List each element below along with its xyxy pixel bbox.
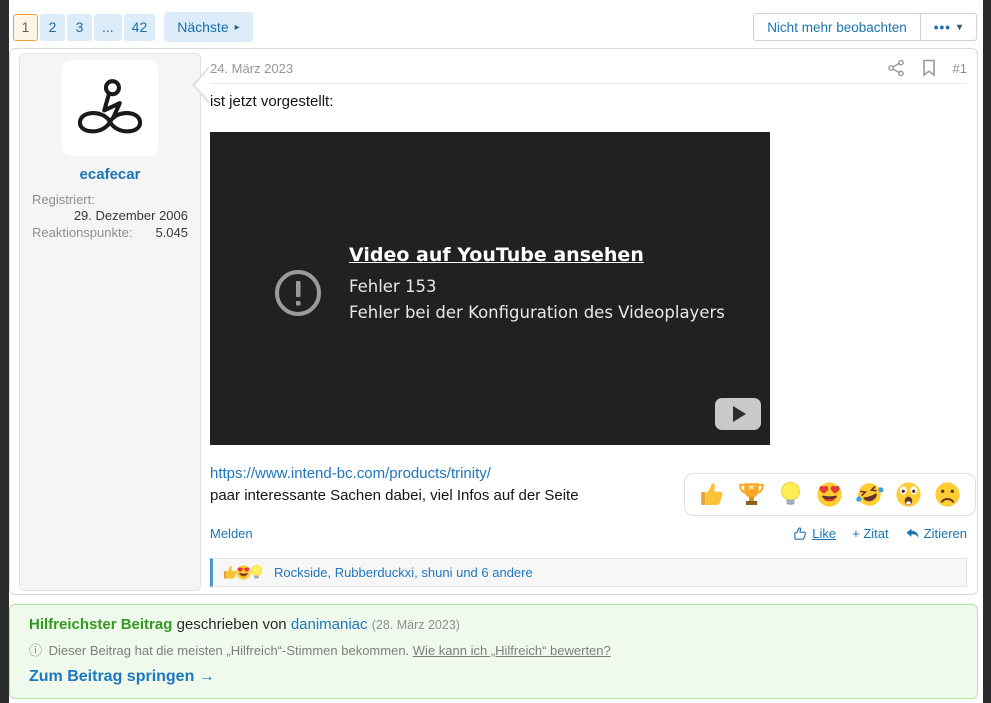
registered-label: Registriert:	[32, 192, 95, 207]
page-ellipsis[interactable]: ...	[94, 14, 122, 41]
video-error-code: Fehler 153	[349, 275, 725, 299]
page-button-42[interactable]: 42	[124, 14, 156, 41]
caret-down-icon: ▾	[957, 22, 963, 33]
watch-on-youtube-link[interactable]: Video auf YouTube ansehen	[349, 244, 725, 266]
trophy-reaction[interactable]	[737, 480, 766, 509]
helpful-info-text: Dieser Beitrag hat die meisten „Hilfreic…	[49, 643, 410, 658]
thumb-up-icon	[793, 526, 808, 541]
share-icon[interactable]	[887, 59, 905, 77]
forum-thread-page: 1 2 3 ... 42 Nächste ▸ Nicht mehr beobac…	[0, 0, 991, 703]
youtube-embed[interactable]: Video auf YouTube ansehen Fehler 153 Feh…	[210, 132, 770, 445]
cite-button[interactable]: Zitieren	[905, 526, 967, 541]
thumbs-up-reaction[interactable]	[698, 480, 727, 509]
reactors-list-link[interactable]: Rockside, Rubberduckxi, shuni und 6 ande…	[274, 565, 533, 580]
page-button-1[interactable]: 1	[13, 14, 38, 41]
post-card: ecafecar Registriert: 29. Dezember 2006 …	[9, 48, 978, 595]
quote-button[interactable]: + Zitat	[852, 526, 889, 541]
light-bulb-icon	[248, 564, 265, 581]
astonished-reaction[interactable]	[894, 480, 923, 509]
message-header: 24. März 2023 #1	[210, 59, 967, 84]
helpful-post-box: Hilfreichster Beitrag geschrieben von da…	[9, 604, 978, 699]
post-body-text: paar interessante Sachen dabei, viel Inf…	[210, 487, 579, 504]
report-link[interactable]: Melden	[210, 526, 253, 541]
like-label: Like	[812, 526, 836, 541]
right-side-strip	[983, 0, 991, 703]
reply-icon	[905, 526, 920, 541]
next-arrow-icon: ▸	[235, 22, 240, 33]
avatar[interactable]	[62, 60, 158, 156]
play-button-icon[interactable]	[715, 398, 761, 430]
post-actions: Melden Like + Zitat Zitieren	[210, 526, 967, 544]
more-dots-icon: •••	[934, 20, 951, 35]
author-username[interactable]: ecafecar	[20, 166, 200, 183]
post-intro-text: ist jetzt vorgestellt:	[210, 93, 333, 110]
left-side-strip	[0, 0, 9, 703]
post-date[interactable]: 24. März 2023	[210, 61, 293, 76]
post-number-link[interactable]: #1	[953, 61, 967, 76]
helpful-author-link[interactable]: danimaniac	[291, 616, 368, 633]
frowning-reaction[interactable]	[933, 480, 962, 509]
more-options-button[interactable]: ••• ▾	[920, 14, 976, 40]
cite-label: Zitieren	[924, 526, 967, 541]
bookmark-icon[interactable]	[921, 59, 937, 77]
next-page-button[interactable]: Nächste ▸	[164, 12, 252, 42]
post-url-link[interactable]: https://www.intend-bc.com/products/trini…	[210, 465, 491, 482]
thread-tools: Nicht mehr beobachten ••• ▾	[753, 13, 977, 41]
video-error-message: Fehler bei der Konfiguration des Videopl…	[349, 301, 725, 325]
helpful-how-link[interactable]: Wie kann ich „Hilfreich“ bewerten?	[413, 643, 611, 658]
helpful-date: (28. März 2023)	[372, 618, 460, 632]
jump-to-post-link[interactable]: Zum Beitrag springen →	[29, 668, 215, 686]
heart-eyes-reaction[interactable]	[815, 480, 844, 509]
light-bulb-reaction[interactable]	[776, 480, 805, 509]
page-button-3[interactable]: 3	[67, 14, 92, 41]
reactions-summary[interactable]: Rockside, Rubberduckxi, shuni und 6 ande…	[210, 558, 967, 587]
exclamation-circle-icon	[274, 269, 322, 317]
info-icon: ⓘ	[29, 643, 42, 658]
registered-value: 29. Dezember 2006	[74, 208, 188, 223]
like-button[interactable]: Like	[793, 526, 836, 541]
reaction-points-label: Reaktionspunkte:	[32, 225, 132, 240]
unwatch-button[interactable]: Nicht mehr beobachten	[754, 14, 920, 40]
reaction-bar	[684, 473, 976, 516]
pagination: 1 2 3 ... 42 Nächste ▸	[13, 12, 253, 42]
user-panel: ecafecar Registriert: 29. Dezember 2006 …	[19, 53, 201, 591]
helpful-written-by: geschrieben von	[177, 616, 287, 633]
reaction-points-value: 5.045	[155, 225, 188, 240]
helpful-title: Hilfreichster Beitrag	[29, 616, 172, 633]
next-page-label: Nächste	[177, 19, 228, 35]
rofl-reaction[interactable]	[855, 480, 884, 509]
page-button-2[interactable]: 2	[40, 14, 65, 41]
bicycle-infinity-logo	[71, 69, 149, 147]
summary-emojis	[222, 564, 265, 581]
